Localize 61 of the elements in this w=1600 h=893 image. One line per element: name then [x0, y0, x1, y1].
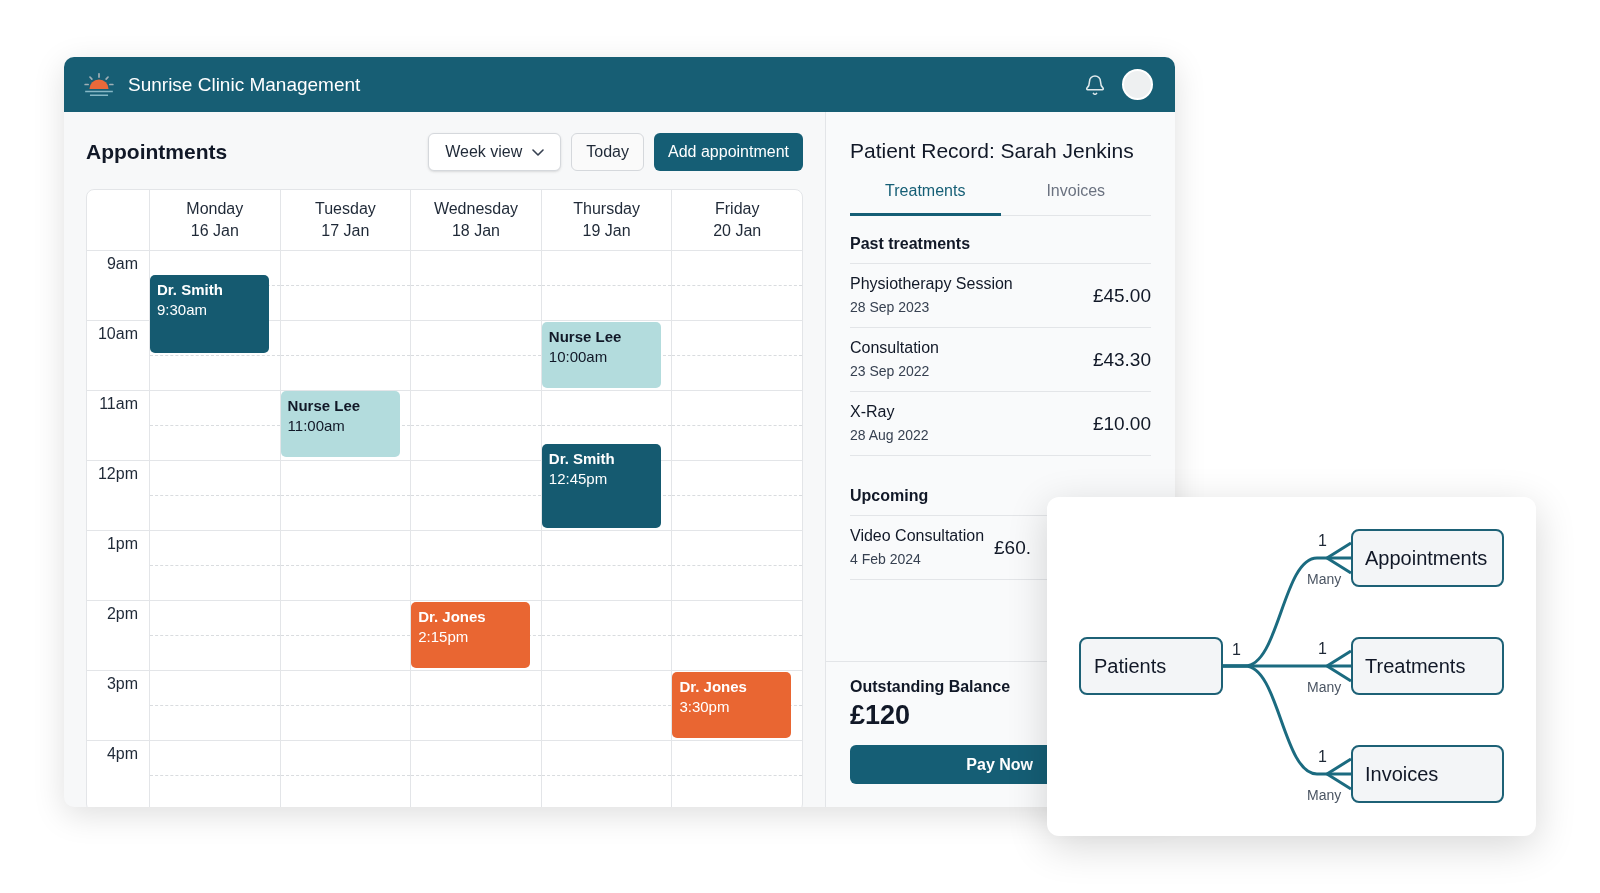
day-name: Wednesday — [433, 199, 519, 219]
section-title: Appointments — [86, 139, 228, 165]
cardinality-label: 1 — [1232, 641, 1241, 659]
time-label: 12pm — [97, 464, 138, 484]
sunrise-icon — [84, 73, 114, 96]
day-date: 17 Jan — [321, 221, 370, 241]
cardinality-label: Many — [1307, 570, 1342, 588]
day-date: 16 Jan — [190, 221, 239, 241]
toolbar-button[interactable]: Add appointment — [654, 133, 803, 171]
day-date: 19 Jan — [582, 221, 631, 241]
time-label: 10am — [97, 324, 138, 344]
treatment-amount: £60. — [994, 535, 1031, 560]
time-label: 4pm — [106, 744, 138, 764]
treatment-name: Video Consultation — [850, 526, 985, 546]
day-date: 20 Jan — [713, 221, 762, 241]
treatment-name: X-Ray — [850, 402, 896, 422]
bell-icon[interactable] — [1086, 74, 1104, 95]
time-label: 3pm — [106, 674, 138, 694]
treatment-amount: £10.00 — [1092, 411, 1151, 436]
chevron-down-icon — [532, 148, 545, 156]
treatment-amount: £45.00 — [1092, 283, 1151, 308]
avatar[interactable] — [1122, 69, 1153, 100]
time-label: 2pm — [106, 604, 138, 624]
balance-label: Outstanding Balance — [850, 677, 1012, 697]
treatment-date: 23 Sep 2022 — [850, 362, 931, 381]
appointment-block[interactable]: Dr. Smith 12:45pm — [541, 444, 661, 528]
appointment-block[interactable]: Dr. Smith 9:30am — [150, 275, 269, 353]
panel-title: Patient Record: Sarah Jenkins — [850, 138, 1135, 164]
appointment-block[interactable]: Nurse Lee 11:00am — [280, 391, 400, 457]
balance-amount: £120 — [850, 699, 912, 731]
day-name: Thursday — [573, 199, 640, 219]
day-date: 18 Jan — [451, 221, 500, 241]
tab[interactable]: Treatments — [850, 169, 1001, 216]
treatment-date: 28 Sep 2023 — [850, 298, 931, 317]
entity-node: Appointments — [1351, 529, 1504, 587]
pay-button[interactable]: Pay Now — [850, 745, 1047, 784]
treatment-date: 28 Aug 2022 — [850, 426, 929, 445]
appointment-block[interactable]: Nurse Lee 10:00am — [541, 322, 661, 388]
time-label: 9am — [106, 254, 138, 274]
section-heading: Past treatments — [850, 216, 1151, 264]
cardinality-label: 1 — [1318, 748, 1327, 766]
day-name: Monday — [186, 199, 244, 219]
app-title: Sunrise Clinic Management — [128, 72, 361, 97]
day-name: Friday — [714, 199, 760, 219]
time-label: 1pm — [106, 534, 138, 554]
cardinality-label: 1 — [1318, 532, 1327, 550]
toolbar-button[interactable]: Today — [571, 133, 644, 171]
entity-node: Patients — [1079, 637, 1223, 695]
treatment-date: 4 Feb 2024 — [850, 550, 922, 569]
treatment-amount: £43.30 — [1092, 347, 1151, 372]
time-label: 11am — [99, 394, 138, 414]
entity-node: Treatments — [1351, 637, 1504, 695]
cardinality-label: Many — [1307, 678, 1342, 696]
entity-node: Invoices — [1351, 745, 1504, 803]
treatment-name: Physiotherapy Session — [850, 274, 1013, 294]
cardinality-label: Many — [1307, 786, 1342, 804]
tab[interactable]: Invoices — [1000, 169, 1151, 216]
treatment-name: Consultation — [850, 338, 939, 358]
view-select[interactable]: Week view — [428, 133, 562, 171]
cardinality-label: 1 — [1318, 640, 1327, 658]
day-name: Tuesday — [315, 199, 376, 219]
